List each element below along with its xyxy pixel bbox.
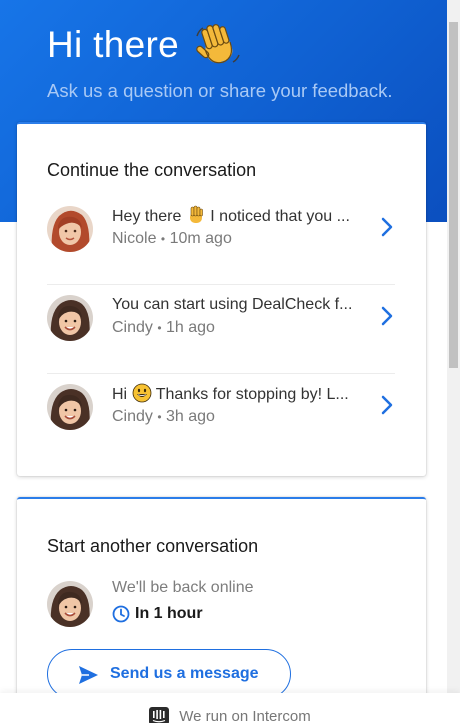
conversation-item[interactable]: Hey there I noticed that you ... Nicole … bbox=[47, 196, 395, 285]
online-status-text: We'll be back online bbox=[112, 579, 254, 596]
conversation-item[interactable]: You can start using DealCheck f... Cindy… bbox=[47, 285, 395, 374]
meta-separator: • bbox=[157, 321, 162, 335]
start-card-title: Start another conversation bbox=[47, 536, 259, 556]
grinning-face-icon bbox=[132, 383, 151, 403]
preview-text: Hi bbox=[112, 386, 128, 403]
scrollbar-thumb[interactable] bbox=[449, 22, 458, 368]
avatar bbox=[47, 581, 93, 627]
meta-separator: • bbox=[160, 232, 166, 246]
intercom-logo-icon bbox=[149, 707, 170, 723]
conversation-text: You can start using DealCheck f... Cindy… bbox=[112, 294, 374, 337]
conversation-preview: You can start using DealCheck f... bbox=[112, 294, 374, 316]
header-subtitle: Ask us a question or share your feedback… bbox=[47, 80, 393, 101]
chevron-right-icon bbox=[381, 217, 393, 237]
conversation-text: Hey there I noticed that you ... Nicole … bbox=[112, 205, 374, 248]
clock-icon bbox=[112, 605, 130, 623]
meta-separator: • bbox=[157, 410, 162, 424]
preview-text: You can start using DealCheck f... bbox=[112, 296, 353, 313]
timestamp: 10m ago bbox=[169, 230, 232, 247]
availability-row: We'll be back online In 1 hour bbox=[47, 579, 395, 629]
preview-text: Thanks for stopping by! L... bbox=[155, 386, 349, 403]
author-name: Nicole bbox=[112, 230, 157, 247]
eta-text: In 1 hour bbox=[135, 605, 203, 622]
powered-by-link[interactable]: We run on Intercom bbox=[149, 707, 311, 723]
eta-row: In 1 hour bbox=[112, 605, 203, 623]
send-icon bbox=[79, 666, 98, 684]
conversation-text: Hi Thanks for stopping by! L... Cindy • … bbox=[112, 383, 374, 426]
send-message-label: Send us a message bbox=[110, 665, 259, 682]
conversation-preview: Hey there I noticed that you ... bbox=[112, 205, 374, 227]
avatar bbox=[47, 295, 93, 341]
conversation-meta: Cindy • 1h ago bbox=[112, 319, 374, 337]
preview-text: Hey there bbox=[112, 208, 182, 225]
start-conversation-card: Start another conversation We'll be back… bbox=[17, 497, 426, 723]
waving-hand-icon bbox=[196, 24, 240, 64]
avatar bbox=[47, 384, 93, 430]
waving-hand-icon bbox=[189, 205, 203, 223]
continue-conversation-card: Continue the conversation Hey there I no… bbox=[17, 122, 426, 476]
avatar bbox=[47, 206, 93, 252]
conversation-preview: Hi Thanks for stopping by! L... bbox=[112, 383, 374, 405]
conversation-meta: Nicole • 10m ago bbox=[112, 230, 374, 248]
header-title: Hi there bbox=[47, 24, 179, 65]
timestamp: 3h ago bbox=[166, 408, 215, 425]
preview-text: I noticed that you ... bbox=[210, 208, 350, 225]
author-name: Cindy bbox=[112, 319, 153, 336]
footer[interactable]: We run on Intercom bbox=[0, 693, 460, 723]
conversation-item[interactable]: Hi Thanks for stopping by! L... Cindy • … bbox=[47, 374, 395, 463]
scrollbar[interactable] bbox=[447, 0, 460, 693]
timestamp: 1h ago bbox=[166, 319, 215, 336]
header-title-row: Hi there bbox=[47, 22, 241, 68]
powered-by-text: We run on Intercom bbox=[179, 707, 311, 723]
conversation-meta: Cindy • 3h ago bbox=[112, 408, 374, 426]
send-message-button[interactable]: Send us a message bbox=[47, 649, 291, 699]
chevron-right-icon bbox=[381, 306, 393, 326]
chevron-right-icon bbox=[381, 395, 393, 415]
author-name: Cindy bbox=[112, 408, 153, 425]
continue-card-title: Continue the conversation bbox=[47, 160, 257, 180]
